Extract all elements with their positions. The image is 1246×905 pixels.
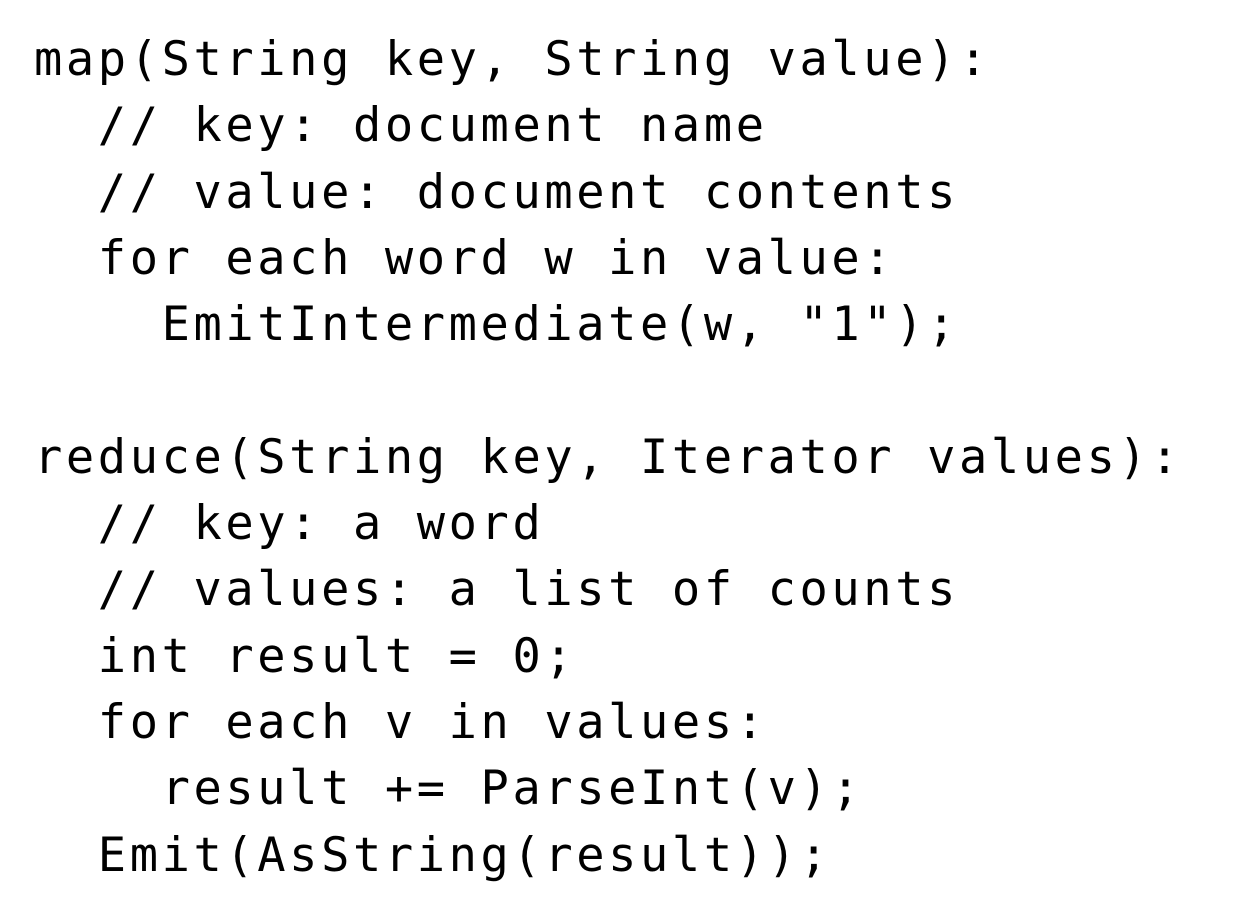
code-line: map(String key, String value): xyxy=(34,32,991,87)
code-line: EmitIntermediate(w, "1"); xyxy=(34,297,959,353)
code-line: result += ParseInt(v); xyxy=(34,761,864,817)
code-line: // key: document name xyxy=(34,98,768,154)
code-line: int result = 0; xyxy=(34,628,577,684)
code-line: // value: document contents xyxy=(34,164,959,220)
code-line: reduce(String key, Iterator values): xyxy=(34,429,1183,485)
code-line: for each v in values: xyxy=(34,694,768,750)
code-line: // key: a word xyxy=(34,496,545,552)
code-line: // values: a list of counts xyxy=(34,562,959,618)
code-listing: map(String key, String value): // key: d… xyxy=(0,13,1246,905)
code-line: for each word w in value: xyxy=(34,230,896,286)
code-line: Emit(AsString(result)); xyxy=(34,827,832,883)
